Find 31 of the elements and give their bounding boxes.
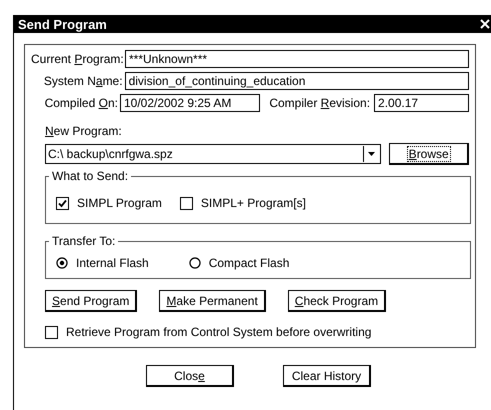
checkbox[interactable] xyxy=(180,196,193,210)
close-icon[interactable] xyxy=(480,19,490,29)
checkbox[interactable] xyxy=(45,326,58,338)
group-title: Transfer To: xyxy=(51,234,116,248)
dialog-button[interactable]: Clear History xyxy=(283,365,371,387)
radio-button[interactable] xyxy=(188,257,201,269)
radio-button[interactable] xyxy=(56,257,68,269)
checkbox-label: Retrieve Program from Control System before overwriting xyxy=(66,325,372,339)
group-title: What to Send: xyxy=(51,169,130,183)
browse-button[interactable]: Browse xyxy=(389,143,469,165)
checkbox-label: SIMPL+ Program[s] xyxy=(200,196,306,210)
field-label: Compiler Revision: xyxy=(269,96,370,110)
text-field[interactable]: ***Unknown*** xyxy=(125,50,469,68)
field-label: System Name: xyxy=(42,74,124,88)
dialog-button[interactable]: Close xyxy=(146,365,234,387)
field-label: New Program: xyxy=(45,124,122,138)
radio-label: Compact Flash xyxy=(208,256,290,270)
field-label: Current Program: xyxy=(31,52,125,66)
window-title: Send Program xyxy=(18,16,107,32)
text-field[interactable]: 2.00.17 xyxy=(374,94,469,112)
text-field[interactable]: division_of_continuing_education xyxy=(124,72,469,90)
radio-label: Internal Flash xyxy=(76,256,149,270)
action-button[interactable]: Make Permanent xyxy=(159,290,266,312)
path-combo-box[interactable]: C:\ backup\cnrfgwa.spz xyxy=(45,144,382,164)
text-field[interactable]: 10/02/2002 9:25 AM xyxy=(120,94,260,112)
checkbox-label: SIMPL Program xyxy=(77,196,162,210)
checkbox[interactable] xyxy=(56,196,69,210)
caret-icon xyxy=(368,152,376,156)
field-label: Compiled On: xyxy=(44,96,119,110)
action-button[interactable]: Check Program xyxy=(288,290,386,312)
action-button[interactable]: Send Program xyxy=(45,290,138,312)
